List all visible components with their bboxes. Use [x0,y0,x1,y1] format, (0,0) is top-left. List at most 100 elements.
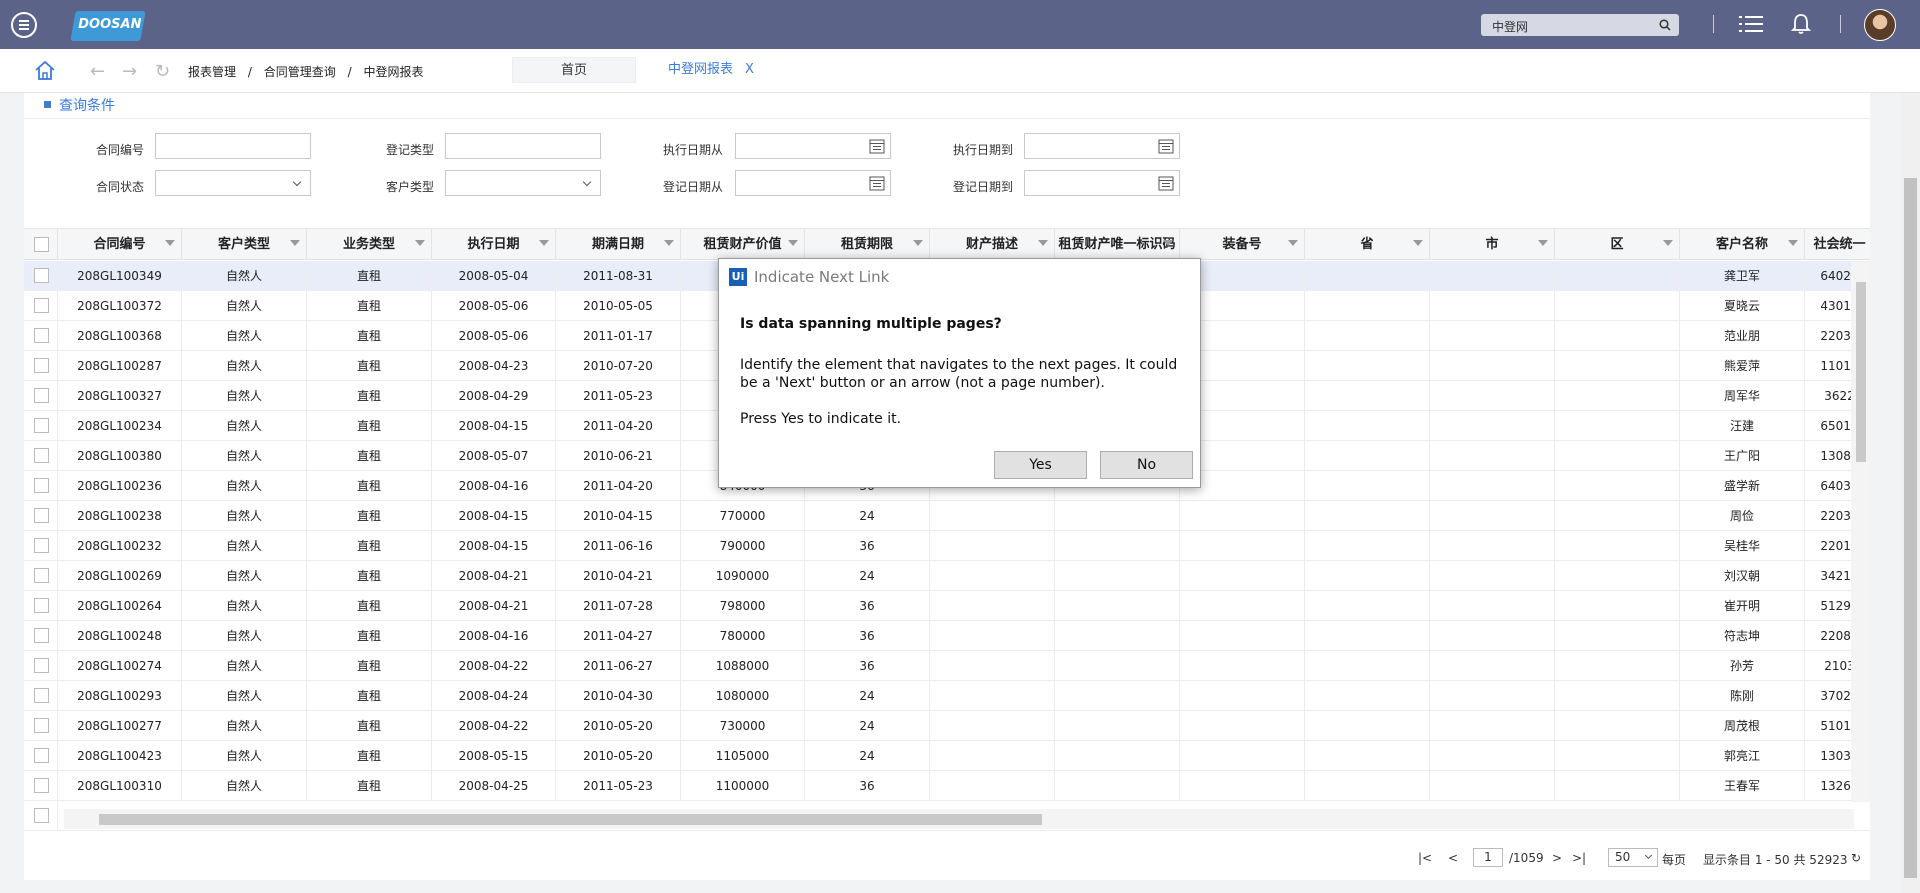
exec-from-input[interactable] [735,133,891,159]
list-icon[interactable] [1739,15,1763,33]
first-page-icon[interactable]: |< [1418,851,1432,865]
row-checkbox[interactable] [34,298,49,313]
header-col-equipment-no[interactable]: 装备号 [1180,229,1305,260]
tab-report[interactable]: 中登网报表 X [654,57,768,83]
table-row[interactable]: 208GL100269 自然人 直租 2008-04-21 2010-04-21 1090… [24,561,1870,591]
filter-icon[interactable] [1038,240,1048,246]
filter-icon[interactable] [1288,240,1298,246]
filter-icon[interactable] [539,240,549,246]
row-checkbox[interactable] [34,538,49,553]
page-size-select[interactable]: 50 [1608,848,1658,867]
calendar-icon[interactable] [1158,175,1174,191]
breadcrumb-item[interactable]: 中登网报表 [363,65,423,79]
forward-icon[interactable]: → [122,61,137,82]
header-col-province[interactable]: 省 [1305,229,1430,260]
page-number-input[interactable]: 1 [1473,848,1503,867]
close-tab-icon[interactable]: X [745,62,754,77]
row-checkbox[interactable] [34,568,49,583]
reg-type-input[interactable] [445,133,601,159]
tab-home[interactable]: 首页 [512,57,636,83]
select-all-checkbox[interactable] [34,237,49,252]
row-checkbox[interactable] [34,388,49,403]
refresh-icon[interactable]: ↻ [1851,851,1861,865]
row-checkbox[interactable] [34,598,49,613]
row-checkbox[interactable] [34,328,49,343]
filter-icon[interactable] [1663,240,1673,246]
back-icon[interactable]: ← [90,61,105,82]
row-checkbox[interactable] [34,688,49,703]
header-col-district[interactable]: 区 [1555,229,1680,260]
row-checkbox[interactable] [34,748,49,763]
filter-icon[interactable] [290,240,300,246]
row-checkbox[interactable] [34,718,49,733]
menu-icon[interactable] [11,12,37,38]
page-vertical-scrollbar[interactable] [1901,93,1920,893]
table-row[interactable]: 208GL100310 自然人 直租 2008-04-25 2011-05-23 1100… [24,771,1870,801]
row-checkbox[interactable] [34,508,49,523]
row-checkbox[interactable] [34,478,49,493]
row-checkbox[interactable] [34,448,49,463]
filter-icon[interactable] [664,240,674,246]
contract-no-input[interactable] [155,133,311,159]
filter-icon[interactable] [1788,240,1798,246]
header-col-city[interactable]: 市 [1430,229,1555,260]
no-button[interactable]: No [1100,451,1193,479]
table-row[interactable]: 208GL100293 自然人 直租 2008-04-24 2010-04-30 1080… [24,681,1870,711]
filter-icon[interactable] [1413,240,1423,246]
header-col-expire-date[interactable]: 期满日期 [556,229,681,260]
search-icon[interactable] [1659,19,1671,31]
row-checkbox[interactable] [34,628,49,643]
row-checkbox[interactable] [34,358,49,373]
filter-icon[interactable] [1163,240,1173,246]
last-page-icon[interactable]: >| [1572,851,1586,865]
prev-page-icon[interactable]: < [1448,851,1458,865]
header-col-lease-term[interactable]: 租赁期限 [805,229,930,260]
table-row[interactable]: 208GL100274 自然人 直租 2008-04-22 2011-06-27 1088… [24,651,1870,681]
table-row[interactable]: 208GL100277 自然人 直租 2008-04-22 2010-05-20 7300… [24,711,1870,741]
header-col-contract-no[interactable]: 合同编号 [58,229,182,260]
table-row[interactable]: 208GL100264 自然人 直租 2008-04-21 2011-07-28 7980… [24,591,1870,621]
header-col-lease-value[interactable]: 租赁财产价值 [681,229,805,260]
table-row[interactable]: 208GL100423 自然人 直租 2008-05-15 2010-05-20 1105… [24,741,1870,771]
calendar-icon[interactable] [869,138,885,154]
refresh-icon[interactable]: ↻ [155,61,170,82]
scroll-thumb[interactable] [1904,178,1917,878]
filter-icon[interactable] [1538,240,1548,246]
contract-status-select[interactable] [155,170,311,196]
table-row[interactable]: 208GL100238 自然人 直租 2008-04-15 2010-04-15 7700… [24,501,1870,531]
search-input[interactable]: 中登网 [1481,14,1679,36]
breadcrumb-item[interactable]: 合同管理查询 [264,65,336,79]
row-checkbox[interactable] [34,808,49,823]
table-row[interactable]: 208GL100248 自然人 直租 2008-04-16 2011-04-27 7800… [24,621,1870,651]
filter-icon[interactable] [788,240,798,246]
reg-to-input[interactable] [1024,170,1180,196]
header-col-customer-type[interactable]: 客户类型 [182,229,307,260]
row-checkbox[interactable] [34,658,49,673]
calendar-icon[interactable] [1158,138,1174,154]
header-col-business-type[interactable]: 业务类型 [307,229,432,260]
row-checkbox[interactable] [34,778,49,793]
cust-type-select[interactable] [445,170,601,196]
header-col-exec-date[interactable]: 执行日期 [432,229,556,260]
breadcrumb-item[interactable]: 报表管理 [188,65,236,79]
avatar[interactable] [1864,9,1896,41]
reg-from-input[interactable] [735,170,891,196]
header-col-property-id[interactable]: 租赁财产唯一标识码 [1055,229,1180,260]
filter-icon[interactable] [913,240,923,246]
next-page-icon[interactable]: > [1552,851,1562,865]
row-checkbox[interactable] [34,418,49,433]
yes-button[interactable]: Yes [994,451,1087,479]
calendar-icon[interactable] [869,175,885,191]
grid-vertical-scrollbar[interactable] [1851,262,1870,802]
scroll-thumb[interactable] [1856,282,1866,462]
grid-horizontal-scrollbar[interactable] [64,809,1854,829]
header-col-social-credit[interactable]: 社会统一 [1805,229,1870,260]
home-icon[interactable] [34,59,56,81]
filter-icon[interactable] [415,240,425,246]
scroll-thumb[interactable] [99,814,1042,825]
table-row[interactable]: 208GL100232 自然人 直租 2008-04-15 2011-06-16 7900… [24,531,1870,561]
row-checkbox[interactable] [34,268,49,283]
filter-icon[interactable] [165,240,175,246]
header-col-customer-name[interactable]: 客户名称 [1680,229,1805,260]
bell-icon[interactable] [1791,13,1811,35]
